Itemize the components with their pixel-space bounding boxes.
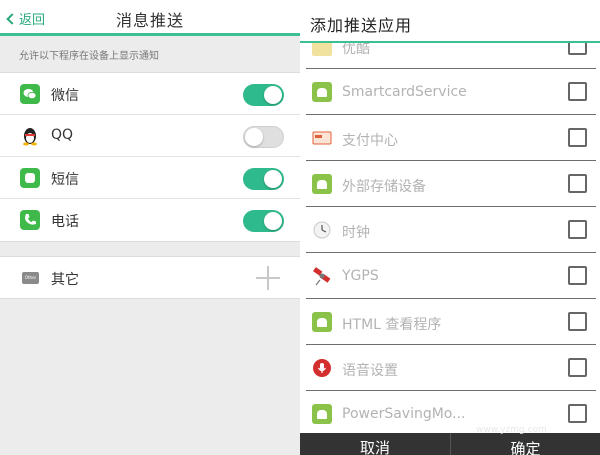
permission-hint: 允许以下程序在设备上显示通知 — [19, 51, 159, 62]
checkbox[interactable] — [568, 220, 587, 239]
wechat-toggle[interactable] — [243, 84, 284, 106]
checkbox[interactable] — [568, 358, 587, 377]
app-row-qq: QQ — [0, 115, 300, 157]
add-icon[interactable] — [256, 266, 280, 290]
cancel-button[interactable]: 取消 — [300, 433, 450, 455]
dialog-button-bar: 取消 确定 — [300, 433, 600, 455]
toggle-knob — [264, 212, 282, 230]
item-label: SmartcardService — [342, 84, 467, 100]
android-icon — [312, 404, 332, 424]
app-row-sms: 短信 — [0, 157, 300, 199]
list-item[interactable]: 语音设置 — [306, 345, 596, 391]
app-checklist: 优酷 SmartcardService 支付中心 外部存储设备 时钟 YGPS … — [300, 43, 600, 433]
other-label: 其它 — [51, 272, 79, 288]
checkbox[interactable] — [568, 128, 587, 147]
item-label: YGPS — [342, 268, 379, 284]
list-item[interactable]: 外部存储设备 — [306, 161, 596, 207]
qq-penguin-icon — [20, 126, 40, 146]
add-push-app-dialog: 添加推送应用 优酷 SmartcardService 支付中心 外部存储设备 时… — [300, 0, 600, 455]
dialog-title: 添加推送应用 — [310, 16, 413, 35]
item-label: 外部存储设备 — [342, 179, 426, 195]
wechat-icon — [20, 84, 40, 104]
qq-toggle[interactable] — [243, 126, 284, 148]
sms-toggle[interactable] — [243, 168, 284, 190]
other-app-icon: Other — [22, 272, 39, 284]
notification-settings-panel: 返回 消息推送 允许以下程序在设备上显示通知 微信 QQ 短信 电话 Other… — [0, 0, 300, 455]
app-row-wechat: 微信 — [0, 73, 300, 115]
list-item[interactable]: YGPS — [306, 253, 596, 299]
android-icon — [312, 174, 332, 194]
toggle-knob — [245, 128, 263, 146]
checkbox[interactable] — [568, 312, 587, 331]
item-label: 时钟 — [342, 225, 370, 241]
toggle-knob — [264, 170, 282, 188]
app-label: 微信 — [51, 88, 79, 104]
checkbox[interactable] — [568, 174, 587, 193]
android-icon — [312, 312, 332, 332]
app-list: 微信 QQ 短信 电话 — [0, 72, 300, 242]
page-title: 消息推送 — [115, 11, 184, 30]
list-item[interactable]: SmartcardService — [306, 69, 596, 115]
payment-icon — [312, 128, 332, 148]
list-item[interactable]: 优酷 — [306, 43, 596, 69]
checkbox[interactable] — [568, 404, 587, 423]
confirm-button[interactable]: 确定 — [450, 433, 600, 455]
item-label: 支付中心 — [342, 133, 398, 149]
phone-icon — [20, 210, 40, 230]
item-label: 优酷 — [342, 43, 370, 57]
toggle-knob — [264, 86, 282, 104]
checkbox[interactable] — [568, 82, 587, 101]
item-label: PowerSavingMo... — [342, 406, 466, 422]
youku-icon — [312, 43, 332, 56]
checkbox[interactable] — [568, 43, 587, 55]
list-item[interactable]: HTML 查看程序 — [306, 299, 596, 345]
item-label: 语音设置 — [342, 363, 398, 379]
watermark: www.yzmg.com — [476, 425, 547, 435]
app-label: QQ — [51, 127, 74, 143]
phone-toggle[interactable] — [243, 210, 284, 232]
checkbox[interactable] — [568, 266, 587, 285]
android-icon — [312, 82, 332, 102]
satellite-icon — [312, 266, 332, 286]
app-row-phone: 电话 — [0, 199, 300, 241]
sms-icon — [20, 168, 40, 188]
app-label: 电话 — [51, 214, 79, 230]
list-item[interactable]: 时钟 — [306, 207, 596, 253]
list-item[interactable]: 支付中心 — [306, 115, 596, 161]
microphone-icon — [312, 358, 332, 378]
left-header: 返回 消息推送 — [0, 0, 300, 36]
other-row[interactable]: Other 其它 — [0, 256, 300, 299]
item-label: HTML 查看程序 — [342, 317, 442, 333]
app-label: 短信 — [51, 172, 79, 188]
clock-icon — [312, 220, 332, 240]
list-item[interactable]: PowerSavingMo... — [306, 391, 596, 433]
